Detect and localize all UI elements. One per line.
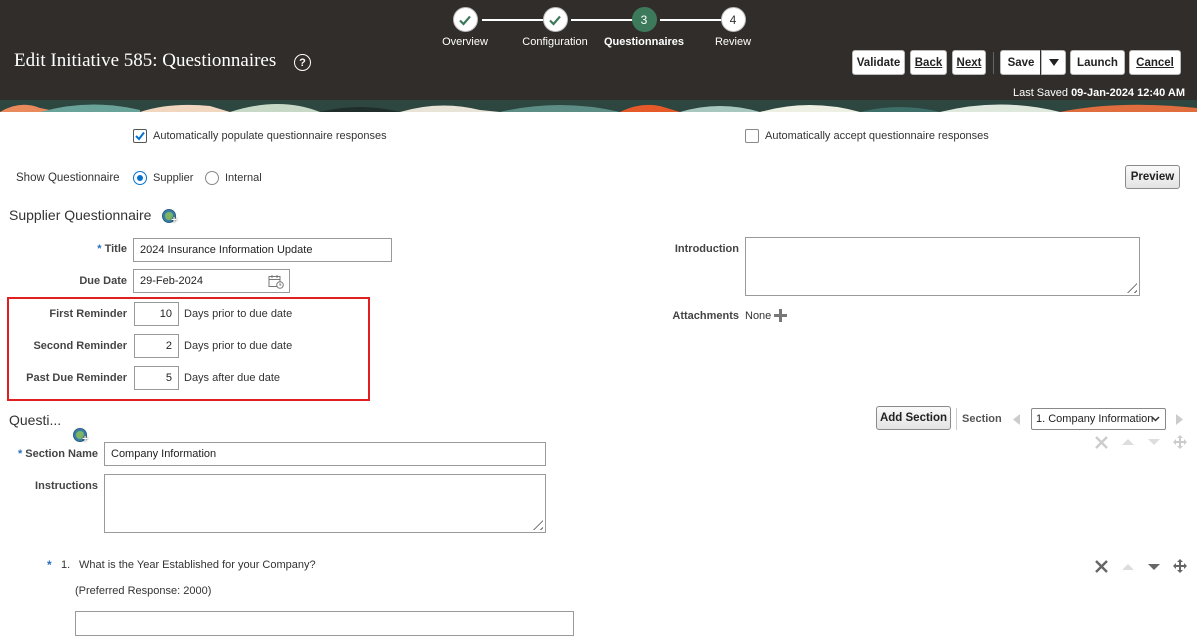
auto-populate-label: Automatically populate questionnaire res… [153, 130, 387, 142]
supplier-radio-label: Supplier [153, 172, 194, 184]
help-icon[interactable]: ? [294, 54, 311, 71]
auto-populate-checkbox[interactable] [133, 129, 147, 143]
step-number: 3 [631, 7, 657, 32]
second-reminder-input[interactable]: 2 [134, 334, 179, 358]
checkmark-icon [542, 7, 568, 32]
preview-button[interactable]: Preview [1125, 165, 1180, 189]
first-reminder-suffix: Days prior to due date [184, 308, 293, 320]
cancel-button[interactable]: Cancel [1129, 50, 1181, 75]
required-asterisk: * [17, 448, 23, 460]
last-saved-value: 09-Jan-2024 12:40 AM [1071, 87, 1185, 99]
resize-grip-icon[interactable] [1127, 283, 1137, 293]
introduction-textarea[interactable] [745, 237, 1140, 296]
attachments-value: None [745, 310, 772, 322]
auto-accept-label: Automatically accept questionnaire respo… [765, 130, 989, 142]
section-label: Section [962, 413, 1002, 425]
train-stop-label: Questionnaires [603, 36, 685, 48]
train-stop-label: Overview [442, 36, 488, 48]
second-reminder-label: Second Reminder [33, 340, 127, 352]
preferred-response-text: (Preferred Response: 2000) [75, 585, 212, 597]
instructions-label: Instructions [35, 480, 98, 492]
due-date-value: 29-Feb-2024 [140, 275, 203, 287]
required-asterisk: * [97, 243, 102, 255]
add-question-icon[interactable] [73, 428, 88, 445]
delete-section-icon[interactable] [1095, 436, 1108, 449]
title-label: * Title [97, 243, 127, 255]
train-stop-label: Review [714, 36, 752, 48]
toolbar-separator [993, 52, 994, 74]
previous-section-icon[interactable] [1013, 414, 1021, 425]
supplier-radio[interactable] [133, 171, 147, 185]
auto-accept-checkbox[interactable] [745, 129, 759, 143]
due-date-input[interactable]: 29-Feb-2024 [133, 269, 290, 293]
title-input[interactable]: 2024 Insurance Information Update [133, 238, 392, 262]
question-answer-input[interactable] [75, 611, 574, 636]
progress-train: Overview Configuration 3 Questionnaires … [0, 7, 1197, 49]
reorder-handle-icon[interactable] [1173, 559, 1187, 573]
last-saved-label: Last Saved [1012, 87, 1068, 99]
train-stop-overview[interactable]: Overview [415, 7, 515, 48]
internal-radio[interactable] [205, 171, 219, 185]
train-stop-label: Configuration [522, 36, 588, 48]
move-down-icon[interactable] [1148, 563, 1160, 571]
past-due-reminder-input[interactable]: 5 [134, 366, 179, 390]
question-text: What is the Year Established for your Co… [79, 559, 316, 571]
save-menu-chevron-icon[interactable] [1041, 50, 1066, 75]
question-number: 1. [61, 559, 71, 571]
past-due-reminder-suffix: Days after due date [184, 372, 281, 384]
supplier-questionnaire-heading: Supplier Questionnaire [9, 207, 152, 223]
instructions-textarea[interactable] [104, 474, 546, 533]
move-down-icon[interactable] [1148, 438, 1160, 446]
add-section-button[interactable]: Add Section [876, 406, 951, 430]
section-name-label: * Section Name [17, 448, 98, 460]
header-decorative-banner [0, 100, 1197, 112]
back-button[interactable]: Back [910, 50, 947, 75]
first-reminder-label: First Reminder [49, 308, 127, 320]
page-title: Edit Initiative 585: Questionnaires [14, 50, 277, 71]
add-attachment-icon[interactable] [774, 309, 787, 322]
attachments-label: Attachments [672, 310, 739, 322]
launch-button[interactable]: Launch [1070, 50, 1125, 75]
show-questionnaire-label: Show Questionnaire [16, 172, 120, 184]
questions-heading: Questi... [9, 412, 62, 428]
second-reminder-suffix: Days prior to due date [184, 340, 293, 352]
page-header: Overview Configuration 3 Questionnaires … [0, 0, 1197, 112]
last-saved-status: Last Saved 09-Jan-2024 12:40 AM [1013, 87, 1185, 99]
checkmark-icon [135, 131, 145, 141]
delete-question-icon[interactable] [1095, 560, 1108, 573]
section-select-value: 1. Company Information [1036, 413, 1154, 425]
validate-button[interactable]: Validate [852, 50, 905, 75]
step-number: 4 [720, 7, 746, 32]
checkmark-icon [452, 7, 478, 32]
internal-radio-label: Internal [225, 172, 262, 184]
add-questionnaire-icon[interactable] [162, 209, 177, 226]
move-up-icon[interactable] [1122, 438, 1134, 446]
first-reminder-input[interactable]: 10 [134, 302, 179, 326]
due-date-label: Due Date [79, 275, 127, 287]
section-name-input[interactable]: Company Information [104, 442, 546, 466]
move-up-icon[interactable] [1122, 563, 1134, 571]
next-section-icon[interactable] [1175, 414, 1183, 425]
resize-grip-icon[interactable] [533, 520, 543, 530]
calendar-icon[interactable] [268, 274, 284, 289]
next-button[interactable]: Next [952, 50, 986, 75]
train-stop-review[interactable]: 4 Review [683, 7, 783, 48]
toolbar-separator [956, 408, 957, 430]
introduction-label: Introduction [674, 243, 739, 255]
train-stop-questionnaires[interactable]: 3 Questionnaires [594, 7, 694, 48]
train-stop-configuration[interactable]: Configuration [505, 7, 605, 48]
required-asterisk: * [47, 558, 52, 572]
past-due-reminder-label: Past Due Reminder [26, 372, 127, 384]
save-button[interactable]: Save [1000, 50, 1042, 75]
reorder-handle-icon[interactable] [1173, 435, 1187, 449]
chevron-down-icon [1151, 416, 1160, 422]
section-select[interactable]: 1. Company Information [1031, 408, 1166, 430]
